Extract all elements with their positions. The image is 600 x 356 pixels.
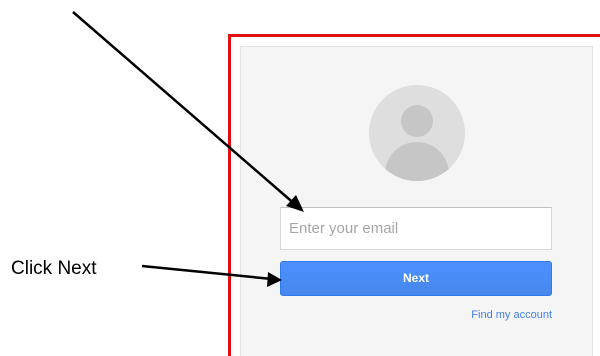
click-next-callout: Click Next [11, 258, 97, 279]
avatar-icon [369, 85, 465, 181]
email-field[interactable] [280, 207, 552, 250]
avatar-head [401, 105, 433, 137]
next-button[interactable]: Next [280, 261, 552, 296]
annotated-screenshot: Next Find my account Click Next [0, 0, 600, 356]
find-my-account-link[interactable]: Find my account [471, 309, 552, 321]
avatar-body [385, 142, 449, 181]
